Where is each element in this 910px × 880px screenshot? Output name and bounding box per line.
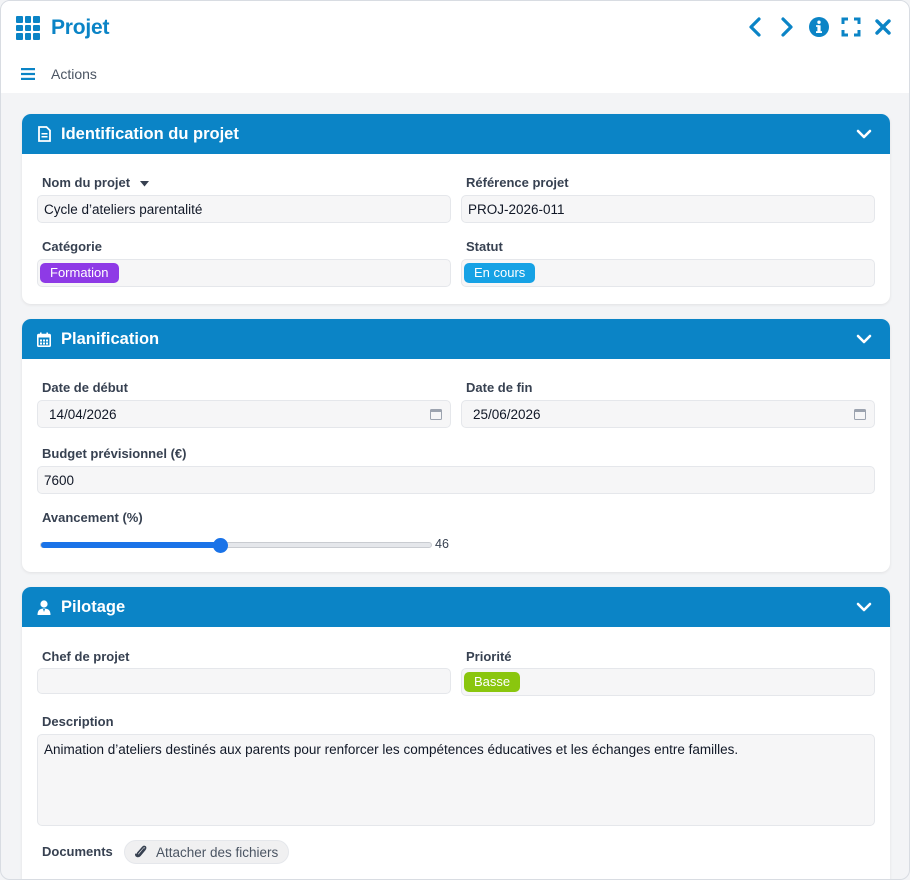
caret-down-icon[interactable] [139, 180, 149, 187]
budget-label: Budget prévisionnel (€) [42, 446, 187, 461]
panel-title: Pilotage [61, 597, 126, 616]
planification-panel-header[interactable]: Planification [22, 319, 890, 359]
description-textarea[interactable]: Animation d’ateliers destinés aux parent… [37, 734, 875, 826]
next-button[interactable] [777, 15, 797, 39]
window-title: Projet [51, 16, 110, 39]
priorite-field[interactable]: Basse [461, 668, 875, 696]
description-value: Animation d’ateliers destinés aux parent… [44, 742, 739, 757]
chef-field[interactable] [37, 668, 451, 694]
expand-icon [841, 17, 861, 37]
chevron-down-icon[interactable] [856, 599, 872, 615]
actions-bar: Actions [1, 55, 909, 93]
menu-icon[interactable] [21, 68, 35, 80]
categorie-badge: Formation [40, 263, 119, 283]
identification-panel: Identification du projet Nom du projet C… [22, 114, 890, 304]
date-fin-label: Date de fin [466, 380, 533, 395]
categorie-field[interactable]: Formation [37, 259, 451, 287]
statut-field[interactable]: En cours [461, 259, 875, 287]
planification-panel: Planification Date de début 14/04/2026 D… [22, 319, 890, 572]
avancement-value: 46 [435, 537, 449, 551]
nom-value: Cycle d’ateliers parentalité [44, 201, 203, 217]
nom-label: Nom du projet [42, 175, 149, 190]
project-window: Projet Actions Identification du projet … [0, 0, 910, 880]
priorite-badge: Basse [464, 672, 521, 692]
nom-field[interactable]: Cycle d’ateliers parentalité [37, 195, 451, 223]
document-icon [36, 126, 52, 142]
chevron-right-icon [781, 17, 793, 37]
avancement-slider[interactable] [40, 538, 432, 553]
avancement-label: Avancement (%) [42, 510, 143, 525]
paperclip-icon [135, 845, 147, 858]
calendar-icon[interactable] [430, 408, 442, 420]
chef-label: Chef de projet [42, 649, 130, 664]
avancement-slider-thumb[interactable] [213, 538, 229, 553]
identification-panel-header[interactable]: Identification du projet [22, 114, 890, 154]
close-button[interactable] [873, 15, 893, 39]
date-fin-value: 25/06/2026 [473, 406, 541, 422]
pilotage-panel-header[interactable]: Pilotage [22, 587, 890, 627]
chevron-down-icon[interactable] [856, 126, 872, 142]
chevron-down-icon[interactable] [856, 331, 872, 347]
statut-label: Statut [466, 239, 503, 254]
user-icon [36, 599, 52, 615]
budget-value: 7600 [44, 472, 75, 488]
pilotage-panel: Pilotage Chef de projet Priorité Basse D… [22, 587, 890, 879]
date-fin-input[interactable]: 25/06/2026 [461, 400, 875, 428]
info-button[interactable] [809, 15, 829, 39]
reference-label: Référence projet [466, 175, 569, 190]
info-icon [809, 17, 829, 37]
calendar-icon [36, 331, 52, 347]
reference-value: PROJ-2026-011 [468, 201, 565, 217]
date-debut-label: Date de début [42, 380, 128, 395]
attach-files-label: Attacher des fichiers [156, 844, 279, 860]
date-debut-input[interactable]: 14/04/2026 [37, 400, 451, 428]
documents-label: Documents [42, 844, 113, 859]
previous-button[interactable] [745, 15, 765, 39]
description-label: Description [42, 714, 114, 729]
calendar-icon[interactable] [854, 408, 866, 420]
title-actions [745, 15, 893, 39]
statut-badge: En cours [464, 263, 536, 283]
panel-title: Identification du projet [61, 124, 239, 143]
title-bar: Projet [1, 1, 909, 55]
chevron-left-icon [749, 17, 761, 37]
avancement-slider-fill [41, 542, 221, 548]
fullscreen-button[interactable] [841, 15, 861, 39]
categorie-label: Catégorie [42, 239, 102, 254]
budget-input[interactable]: 7600 [37, 466, 875, 494]
attach-files-button[interactable]: Attacher des fichiers [124, 840, 290, 864]
panel-title: Planification [61, 329, 160, 348]
reference-field[interactable]: PROJ-2026-011 [461, 195, 875, 223]
priorite-label: Priorité [466, 649, 512, 664]
actions-menu-label[interactable]: Actions [51, 66, 97, 82]
close-icon [875, 19, 891, 35]
apps-grid-icon[interactable] [16, 16, 40, 40]
date-debut-value: 14/04/2026 [49, 406, 117, 422]
